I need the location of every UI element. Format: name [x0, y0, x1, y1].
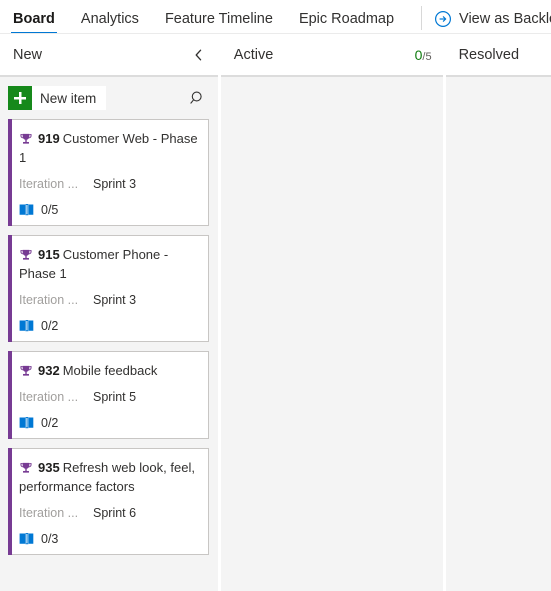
- card-id: 935: [38, 460, 60, 475]
- card-field-label: Iteration ...: [19, 293, 79, 307]
- story-book-icon: [19, 417, 34, 429]
- column-header-resolved: Resolved: [445, 34, 551, 75]
- card-id: 915: [38, 247, 60, 262]
- trophy-icon: [20, 249, 32, 260]
- column-toolbar-new: New item: [0, 77, 218, 119]
- board-column-active: Active 0/5: [220, 34, 443, 591]
- column-header-active: Active 0/5: [220, 34, 443, 75]
- card-progress-count: 0/2: [41, 319, 59, 333]
- column-header-new: New: [0, 34, 218, 75]
- column-wip-count: 0/5: [415, 47, 432, 63]
- tab-feature-timeline-label: Feature Timeline: [164, 11, 273, 27]
- tab-board[interactable]: Board: [0, 4, 68, 35]
- collapse-column-new-button[interactable]: [191, 47, 207, 63]
- trophy-icon: [20, 462, 32, 473]
- tab-epic-roadmap[interactable]: Epic Roadmap: [286, 4, 407, 30]
- card-field-row: Iteration ... Sprint 3: [19, 176, 198, 193]
- column-body-active[interactable]: [220, 75, 443, 591]
- card-field-value[interactable]: Sprint 6: [93, 505, 136, 522]
- card-field-label: Iteration ...: [19, 177, 79, 191]
- card-field-value[interactable]: Sprint 5: [93, 389, 136, 406]
- card-title-row: 919 Customer Web - Phase 1: [19, 129, 198, 167]
- kanban-board: New New item 919 Customer Web - Phase 1 …: [0, 34, 551, 591]
- card-progress-count: 0/5: [41, 203, 59, 217]
- chevron-left-icon: [195, 49, 202, 60]
- card-id: 932: [38, 363, 60, 378]
- plus-icon: [8, 86, 32, 110]
- column-title-active: Active: [233, 46, 274, 63]
- circle-arrow-right-icon: [435, 10, 452, 28]
- new-item-button[interactable]: New item: [8, 86, 107, 110]
- card-progress-count: 0/3: [41, 532, 59, 546]
- search-icon: [190, 91, 202, 104]
- view-as-backlog-label: View as Backlog: [459, 11, 551, 27]
- new-item-label: New item: [40, 90, 97, 106]
- column-title-new: New: [13, 46, 43, 63]
- card-title: Mobile feedback: [62, 363, 158, 378]
- card-progress-row: 0/2: [19, 416, 198, 430]
- trophy-icon: [20, 133, 32, 144]
- card-field-label: Iteration ...: [19, 506, 79, 520]
- card-progress-row: 0/3: [19, 532, 198, 546]
- story-book-icon: [19, 204, 34, 216]
- column-body-resolved[interactable]: [445, 75, 551, 591]
- story-book-icon: [19, 533, 34, 545]
- table-row[interactable]: 919 Customer Web - Phase 1 Iteration ... …: [8, 119, 209, 226]
- board-column-resolved: Resolved: [445, 34, 551, 591]
- card-field-row: Iteration ... Sprint 6: [19, 505, 198, 522]
- table-row[interactable]: 915 Customer Phone - Phase 1 Iteration ..…: [8, 235, 209, 342]
- column-title-resolved: Resolved: [458, 46, 520, 63]
- card-title-row: 932 Mobile feedback: [19, 361, 198, 380]
- column-body-new: New item 919 Customer Web - Phase 1 Iter…: [0, 75, 218, 591]
- tab-board-label: Board: [13, 11, 55, 27]
- card-id: 919: [38, 131, 60, 146]
- card-field-value[interactable]: Sprint 3: [93, 176, 136, 193]
- card-title-row: 915 Customer Phone - Phase 1: [19, 245, 198, 283]
- view-as-backlog-button[interactable]: View as Backlog: [434, 4, 551, 30]
- table-row[interactable]: 932 Mobile feedback Iteration ... Sprint …: [8, 351, 209, 439]
- trophy-icon: [20, 365, 32, 376]
- card-field-row: Iteration ... Sprint 3: [19, 292, 198, 309]
- view-tab-bar: Board Analytics Feature Timeline Epic Ro…: [0, 0, 551, 35]
- search-cards-button[interactable]: [187, 87, 209, 109]
- card-list-new: 919 Customer Web - Phase 1 Iteration ... …: [0, 119, 218, 555]
- tab-analytics[interactable]: Analytics: [68, 4, 152, 30]
- tab-feature-timeline[interactable]: Feature Timeline: [152, 4, 286, 30]
- story-book-icon: [19, 320, 34, 332]
- tab-analytics-label: Analytics: [80, 11, 139, 27]
- column-wip-limit: /5: [422, 50, 432, 63]
- card-field-label: Iteration ...: [19, 390, 79, 404]
- board-column-new: New New item 919 Customer Web - Phase 1 …: [0, 34, 218, 591]
- card-progress-row: 0/5: [19, 203, 198, 217]
- tab-epic-roadmap-label: Epic Roadmap: [298, 11, 395, 27]
- card-progress-row: 0/2: [19, 319, 198, 333]
- tab-bar-divider: [421, 6, 423, 30]
- card-field-value[interactable]: Sprint 3: [93, 292, 136, 309]
- card-title-row: 935 Refresh web look, feel, performance f…: [19, 458, 198, 496]
- card-progress-count: 0/2: [41, 416, 59, 430]
- table-row[interactable]: 935 Refresh web look, feel, performance f…: [8, 448, 209, 555]
- card-field-row: Iteration ... Sprint 5: [19, 389, 198, 406]
